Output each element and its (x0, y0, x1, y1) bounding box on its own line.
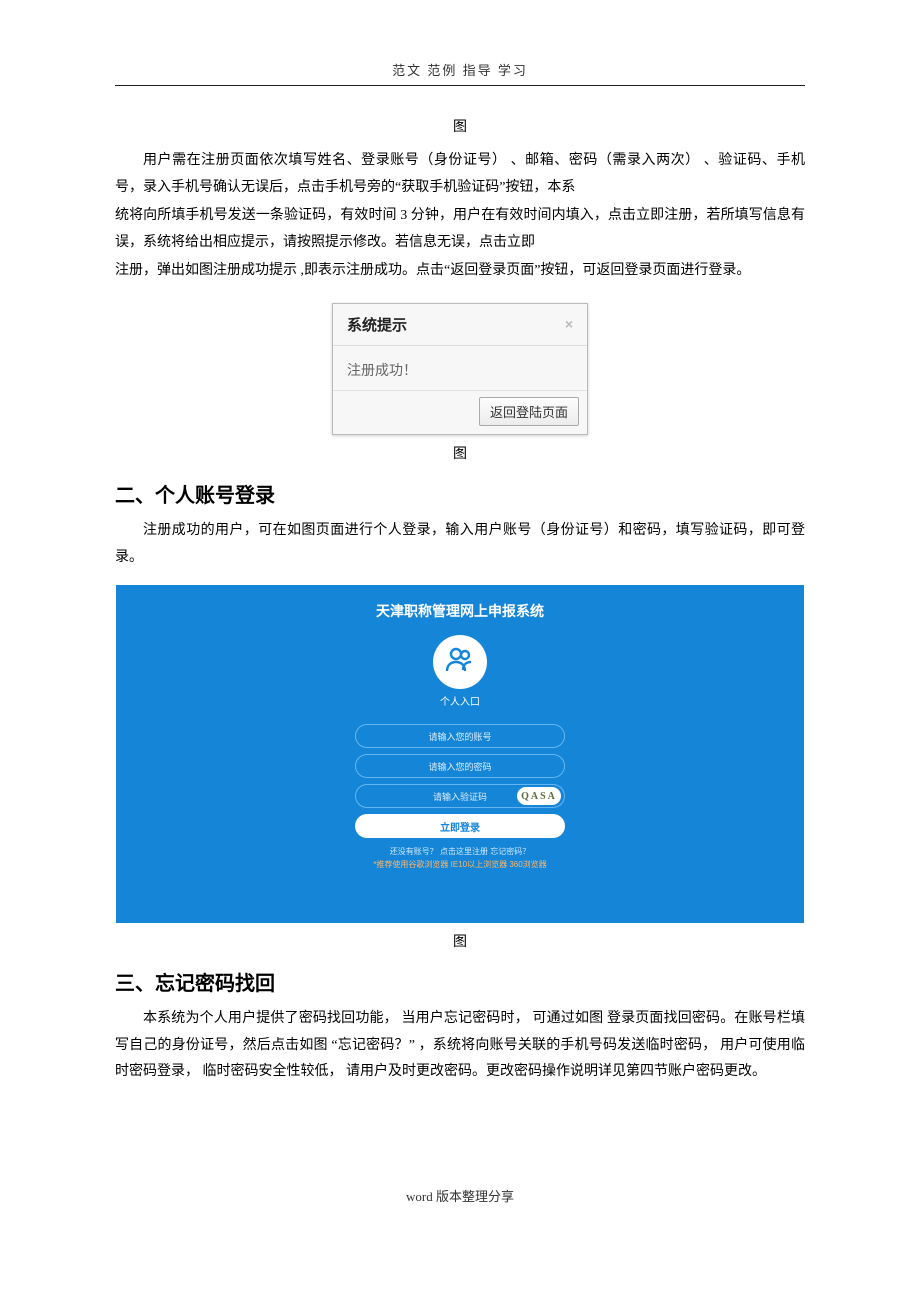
paragraph-2a: 统将向所填手机号发送一条验证码，有效时间 3 分钟，用户在有效时间内填入，点击立… (115, 203, 805, 256)
close-icon[interactable]: × (565, 316, 573, 332)
password-input[interactable]: 请输入您的密码 (355, 754, 565, 778)
header-rule (115, 85, 805, 86)
login-submit-button[interactable]: 立即登录 (355, 814, 565, 838)
people-icon (445, 646, 475, 679)
captcha-input[interactable]: 请输入验证码 QASA (355, 784, 565, 808)
figure-caption-2: 图 (115, 443, 805, 463)
paragraph-2b: 注册，弹出如图注册成功提示 ,即表示注册成功。点击“返回登录页面”按钮，可返回登… (115, 258, 805, 285)
modal-footer: 返回登陆页面 (333, 391, 587, 434)
captcha-image[interactable]: QASA (517, 787, 561, 805)
paragraph-3: 注册成功的用户，可在如图页面进行个人登录，输入用户账号（身份证号）和密码，填写验… (115, 518, 805, 571)
login-aux-links[interactable]: 还没有账号？ 点击这里注册 忘记密码？ (116, 846, 804, 857)
captcha-placeholder: 请输入验证码 (433, 790, 487, 803)
modal-title-text: 系统提示 (347, 314, 407, 335)
paragraph-1: 用户需在注册页面依次填写姓名、登录账号（身份证号） 、邮箱、密码（需录入两次） … (115, 148, 805, 201)
avatar-circle (433, 635, 487, 689)
page-header: 范文 范例 指导 学习 (115, 60, 805, 85)
login-screenshot-figure: 天津职称管理网上申报系统 个人入口 请输入您的账号 请输入您的密码 请输 (116, 585, 804, 923)
password-placeholder: 请输入您的密码 (428, 760, 491, 773)
login-system-title: 天津职称管理网上申报系统 (116, 585, 804, 621)
section-3-heading: 三、忘记密码找回 (115, 967, 805, 996)
modal-body-text: 注册成功！ (333, 346, 587, 391)
browser-recommend-text: *推荐使用谷歌浏览器 IE10以上浏览器 360浏览器 (116, 859, 804, 870)
page-footer: word 版本整理分享 (115, 1186, 805, 1205)
figure-caption-3: 图 (115, 931, 805, 951)
return-login-button[interactable]: 返回登陆页面 (479, 397, 579, 426)
success-modal-figure: 系统提示 × 注册成功！ 返回登陆页面 (332, 303, 588, 435)
paragraph-4: 本系统为个人用户提供了密码找回功能， 当用户忘记密码时， 可通过如图 登录页面找… (115, 1006, 805, 1086)
modal-header-row: 系统提示 × (333, 304, 587, 346)
section-2-heading: 二、个人账号登录 (115, 479, 805, 508)
personal-entry-label: 个人入口 (116, 693, 804, 708)
figure-caption-1: 图 (115, 116, 805, 136)
account-placeholder: 请输入您的账号 (428, 730, 491, 743)
account-input[interactable]: 请输入您的账号 (355, 724, 565, 748)
